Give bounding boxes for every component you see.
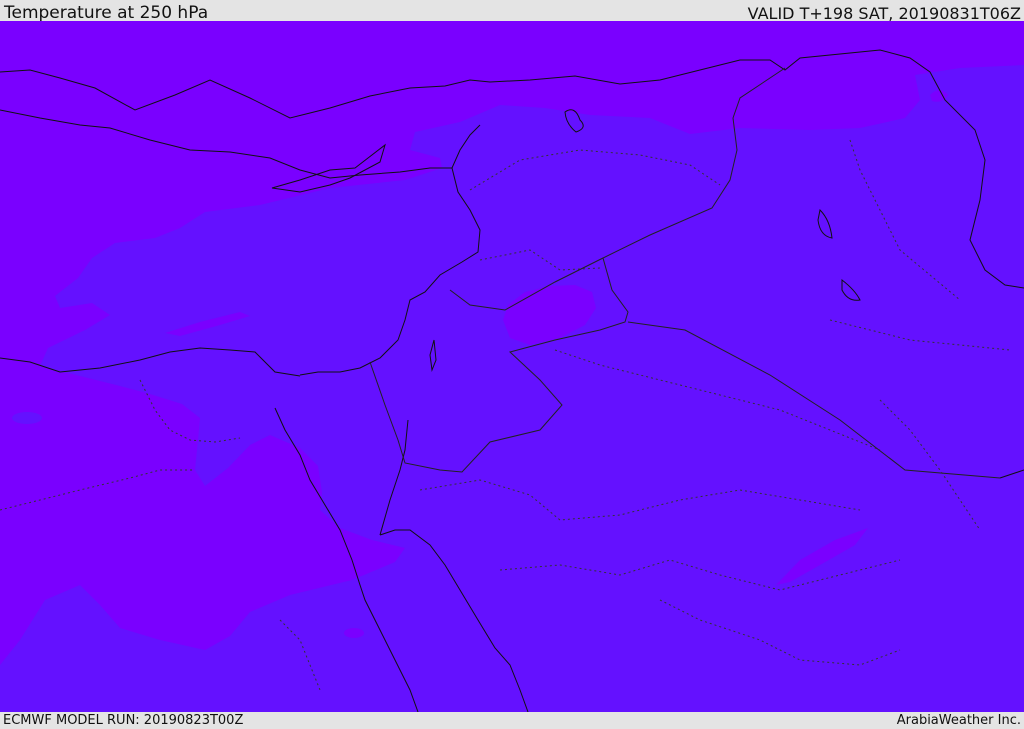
header-bar: Temperature at 250 hPa VALID T+198 SAT, … xyxy=(0,0,1024,23)
cool-blob-aegean xyxy=(12,412,42,424)
map-canvas xyxy=(0,21,1024,712)
map-title: Temperature at 250 hPa xyxy=(4,3,209,23)
model-run-label: ECMWF MODEL RUN: 20190823T00Z xyxy=(3,713,244,728)
warm-blob-red-sea xyxy=(344,628,364,638)
credit-label: ArabiaWeather Inc. xyxy=(896,713,1021,728)
footer-bar: ECMWF MODEL RUN: 20190823T00Z ArabiaWeat… xyxy=(0,712,1024,729)
temperature-map xyxy=(0,21,1024,712)
